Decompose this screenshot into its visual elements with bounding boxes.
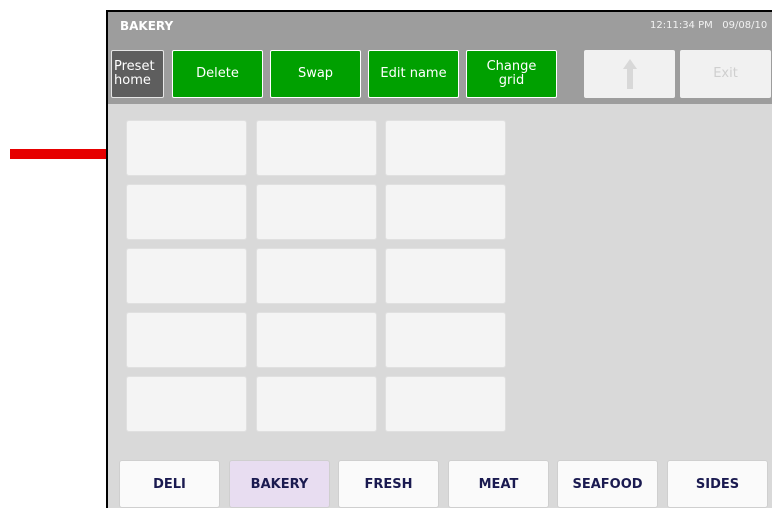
grid-cell[interactable] — [385, 184, 506, 240]
grid-cell[interactable] — [256, 376, 377, 432]
edit-name-button[interactable]: Edit name — [368, 50, 459, 98]
delete-button[interactable]: Delete — [172, 50, 263, 98]
date-readout: 09/08/10 — [722, 20, 768, 31]
title-bar: BAKERY 12:11:34 PM 09/08/10 — [108, 12, 772, 40]
grid-cell[interactable] — [256, 312, 377, 368]
category-tab-bar: DELI BAKERY FRESH MEAT SEAFOOD SIDES — [108, 454, 772, 508]
grid-cell[interactable] — [385, 120, 506, 176]
tab-fresh[interactable]: FRESH — [338, 460, 439, 508]
grid-cell[interactable] — [126, 184, 247, 240]
tab-sides[interactable]: SIDES — [667, 460, 768, 508]
window-title: BAKERY — [120, 19, 174, 33]
grid-cell[interactable] — [256, 184, 377, 240]
time-readout: 12:11:34 PM — [650, 20, 713, 31]
app-window: BAKERY 12:11:34 PM 09/08/10 Preset home … — [106, 10, 772, 508]
clock: 12:11:34 PM 09/08/10 — [650, 20, 767, 31]
grid-cell[interactable] — [126, 376, 247, 432]
tab-meat[interactable]: MEAT — [448, 460, 549, 508]
toolbar: Preset home Delete Swap Edit name Change… — [108, 40, 772, 104]
grid-cell[interactable] — [385, 312, 506, 368]
tab-deli[interactable]: DELI — [119, 460, 220, 508]
swap-button[interactable]: Swap — [270, 50, 361, 98]
grid-cell[interactable] — [126, 312, 247, 368]
up-arrow-icon — [622, 59, 637, 89]
grid-cell[interactable] — [256, 120, 377, 176]
tab-bakery[interactable]: BAKERY — [229, 460, 330, 508]
grid-cell[interactable] — [126, 120, 247, 176]
grid-cell[interactable] — [385, 376, 506, 432]
exit-button[interactable]: Exit — [680, 50, 771, 98]
change-grid-button[interactable]: Change grid — [466, 50, 557, 98]
tab-seafood[interactable]: SEAFOOD — [557, 460, 658, 508]
grid-cell[interactable] — [385, 248, 506, 304]
grid-cell[interactable] — [126, 248, 247, 304]
grid-cell[interactable] — [256, 248, 377, 304]
up-button[interactable] — [584, 50, 675, 98]
preset-home-button[interactable]: Preset home — [111, 50, 164, 98]
